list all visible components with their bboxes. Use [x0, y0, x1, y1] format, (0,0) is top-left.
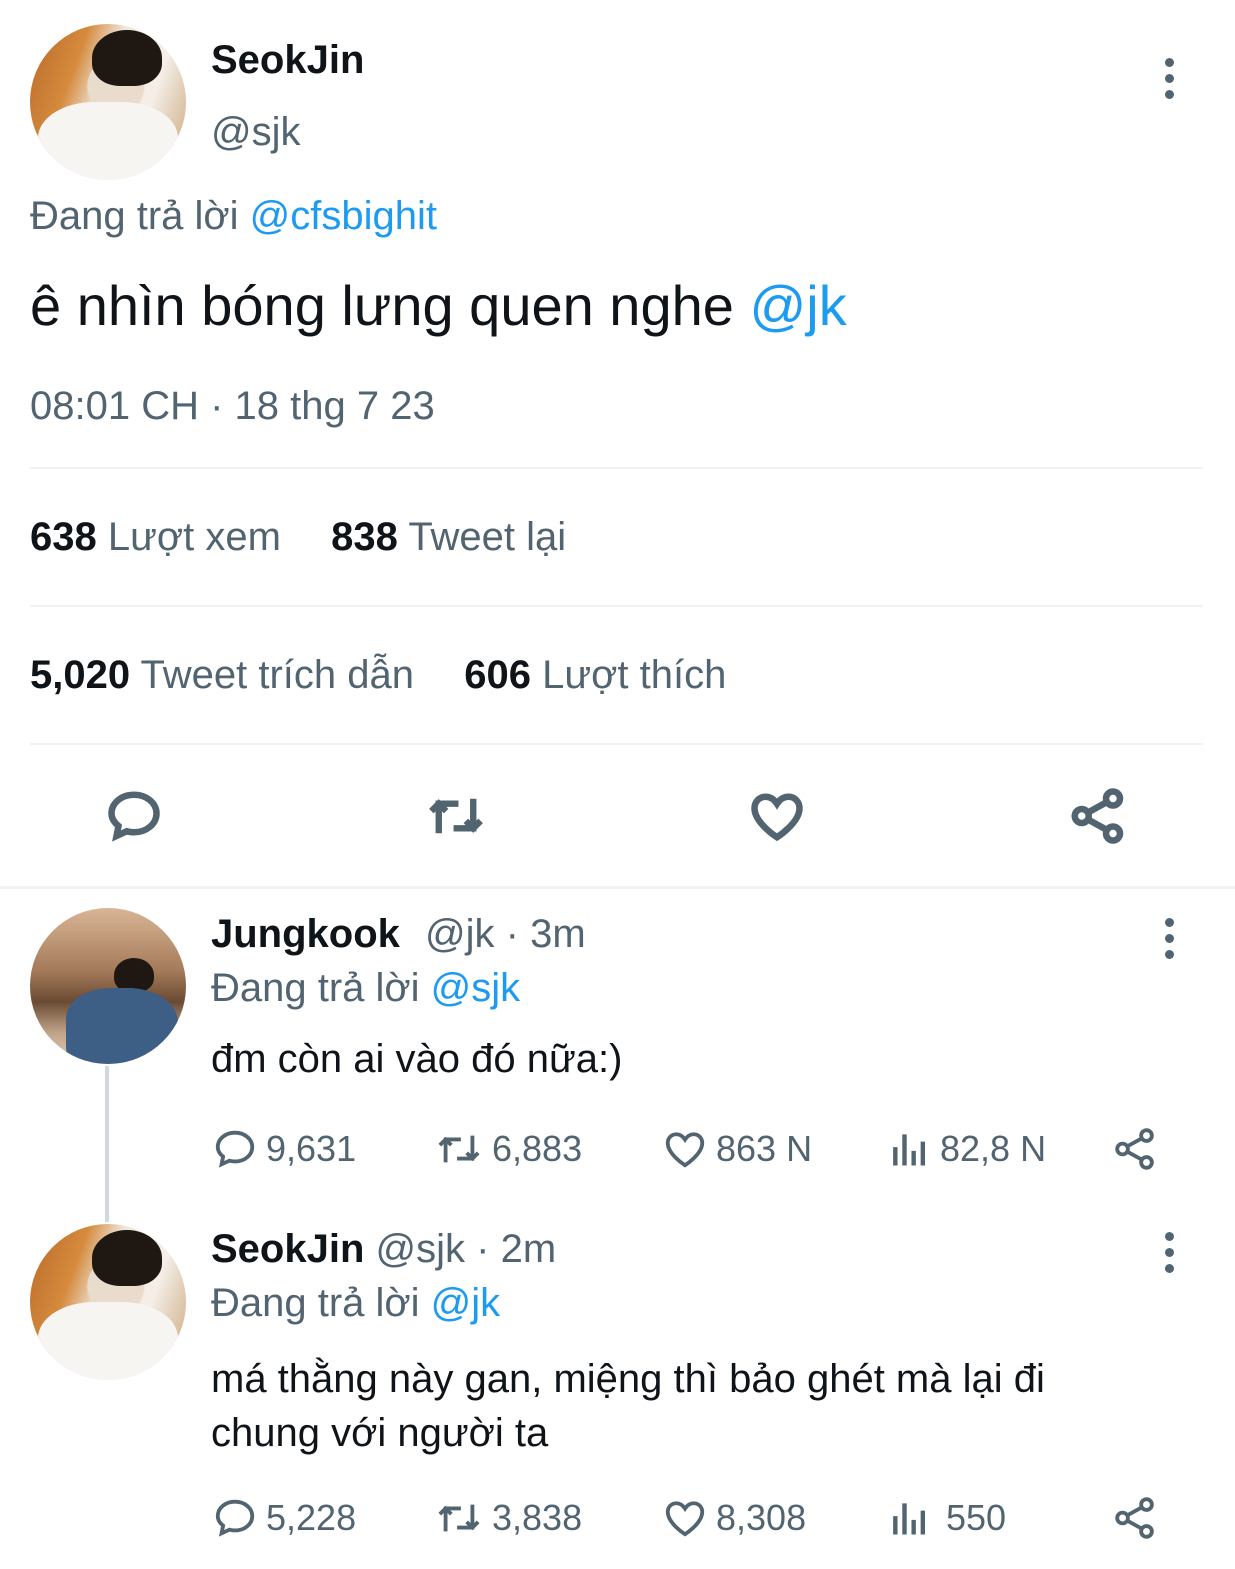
reply-count: 9,631: [266, 1128, 357, 1169]
quotes-stat[interactable]: 5,020 Tweet trích dẫn: [30, 653, 425, 697]
tweet-text: ê nhìn bóng lưng quen nghe @jk: [30, 273, 847, 338]
author-handle[interactable]: @jk: [425, 912, 495, 956]
share-icon: [1115, 1497, 1154, 1539]
author-name[interactable]: Jungkook: [211, 912, 400, 956]
share-action[interactable]: [1112, 1495, 1166, 1541]
retweet-action[interactable]: 3,838: [434, 1495, 582, 1541]
replying-prefix: Đang trả lời: [30, 194, 239, 238]
replying-to: Đang trả lời @cfsbighit: [30, 194, 437, 239]
views-action[interactable]: 82,8 N: [888, 1126, 1046, 1172]
quotes-label: Tweet trích dẫn: [140, 653, 414, 697]
replying-to: Đang trả lời @jk: [211, 1281, 500, 1326]
reply-icon[interactable]: [104, 786, 164, 851]
reply-header: Jungkook @jk · 3m: [211, 912, 586, 957]
like-icon: [665, 1501, 705, 1537]
views-count: 550: [946, 1497, 1007, 1538]
author-handle[interactable]: @sjk: [211, 110, 301, 155]
likes-stat[interactable]: 606 Lượt thích: [464, 653, 726, 697]
share-icon: [1115, 1128, 1154, 1170]
replying-to-link[interactable]: @jk: [431, 1281, 501, 1325]
views-stat[interactable]: 638 Lượt xem: [30, 515, 292, 559]
views-icon: [893, 1134, 926, 1166]
avatar[interactable]: [30, 908, 186, 1064]
like-action[interactable]: 863 N: [662, 1126, 812, 1172]
replying-prefix: Đang trả lời: [211, 966, 420, 1010]
retweets-stat[interactable]: 838 Tweet lại: [331, 515, 566, 559]
retweet-count: 6,883: [492, 1128, 583, 1169]
like-icon: [665, 1132, 705, 1168]
share-action[interactable]: [1112, 1126, 1166, 1172]
views-count: 82,8 N: [940, 1128, 1047, 1169]
reply-text-line: chung với người ta: [211, 1411, 549, 1455]
divider: [30, 467, 1203, 469]
views-action[interactable]: 550: [888, 1495, 1006, 1541]
section-divider: [0, 886, 1235, 889]
views-count: 638: [30, 515, 97, 559]
reply-text: đm còn ai vào đó nữa:): [211, 1037, 623, 1081]
retweet-count: 3,838: [492, 1497, 583, 1538]
like-count: 8,308: [716, 1497, 807, 1538]
retweet-action[interactable]: 6,883: [434, 1126, 582, 1172]
stats-row-2: 5,020 Tweet trích dẫn 606 Lượt thích: [30, 653, 726, 698]
reply-text-line: má thằng này gan, miệng thì bảo ghét mà …: [211, 1357, 1045, 1401]
more-options-icon[interactable]: [1165, 58, 1175, 106]
retweet-icon[interactable]: [424, 786, 488, 851]
replying-to-link[interactable]: @sjk: [431, 966, 521, 1010]
tweet-body: ê nhìn bóng lưng quen nghe: [30, 274, 734, 337]
quotes-count: 5,020: [30, 653, 131, 697]
tweet-timestamp[interactable]: 08:01 CH · 18 thg 7 23: [30, 384, 435, 429]
views-label: Lượt xem: [107, 515, 281, 559]
more-options-icon[interactable]: [1165, 1232, 1175, 1280]
share-icon[interactable]: [1068, 786, 1128, 851]
more-options-icon[interactable]: [1165, 918, 1175, 966]
reply-icon: [215, 1130, 255, 1168]
reply-text: má thằng này gan, miệng thì bảo ghét mà …: [211, 1352, 1045, 1460]
reply-count: 5,228: [266, 1497, 357, 1538]
avatar[interactable]: [30, 1224, 186, 1380]
mention-link[interactable]: @jk: [749, 274, 846, 337]
reply-icon: [215, 1499, 255, 1537]
author-handle[interactable]: @sjk: [376, 1227, 466, 1271]
retweets-label: Tweet lại: [408, 515, 567, 559]
author-name[interactable]: SeokJin: [211, 1227, 364, 1271]
likes-label: Lượt thích: [542, 653, 727, 697]
like-action[interactable]: 8,308: [662, 1495, 806, 1541]
views-icon: [893, 1503, 926, 1535]
replying-prefix: Đang trả lời: [211, 1281, 420, 1325]
divider: [30, 605, 1203, 607]
like-icon[interactable]: [746, 786, 808, 851]
retweet-icon: [438, 1504, 480, 1532]
avatar[interactable]: [30, 24, 186, 180]
retweet-icon: [438, 1135, 480, 1163]
author-name[interactable]: SeokJin: [211, 38, 364, 83]
thread-line: [105, 1066, 109, 1222]
stats-row-1: 638 Lượt xem 838 Tweet lại: [30, 515, 566, 560]
likes-count: 606: [464, 653, 531, 697]
retweets-count: 838: [331, 515, 398, 559]
divider: [30, 743, 1203, 745]
reply-time: · 2m: [476, 1227, 557, 1271]
reply-action[interactable]: 9,631: [212, 1126, 356, 1172]
reply-action[interactable]: 5,228: [212, 1495, 356, 1541]
replying-to-link[interactable]: @cfsbighit: [250, 194, 437, 238]
reply-time: · 3m: [505, 912, 586, 956]
replying-to: Đang trả lời @sjk: [211, 966, 520, 1011]
reply-header: SeokJin @sjk · 2m: [211, 1227, 556, 1272]
like-count: 863 N: [716, 1128, 813, 1169]
